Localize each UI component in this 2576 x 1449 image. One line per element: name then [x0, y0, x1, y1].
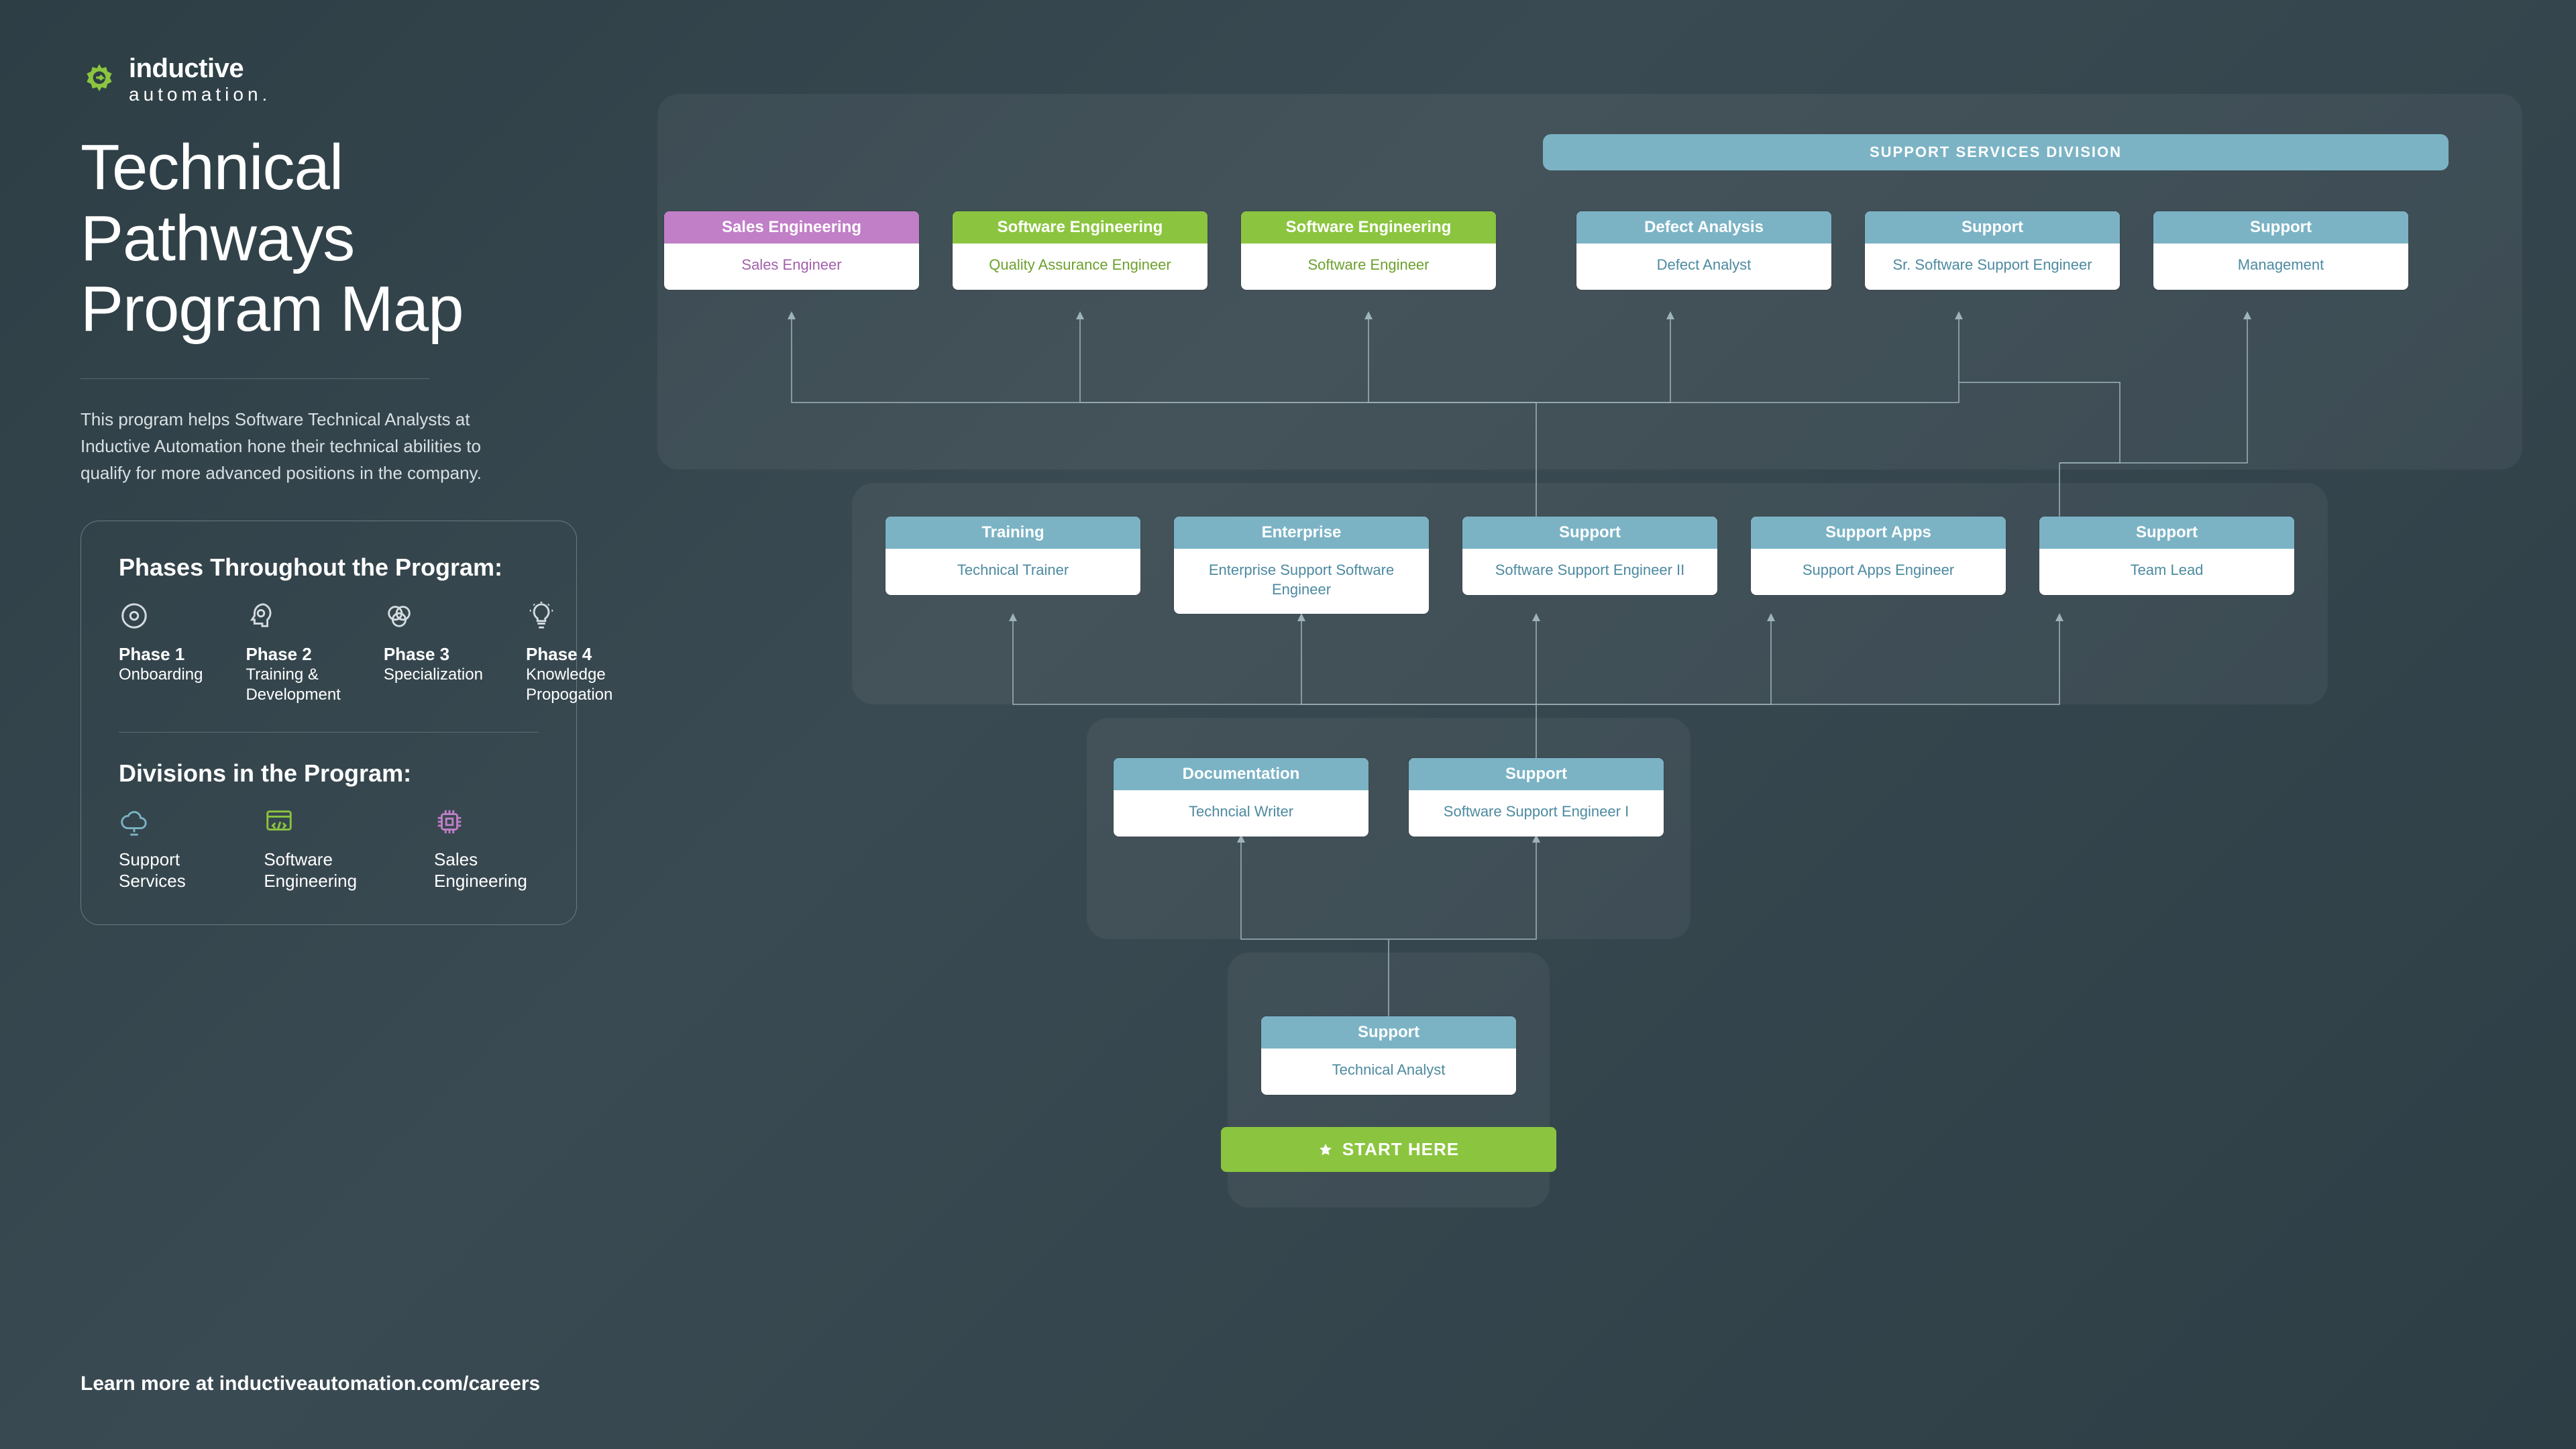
node-software-engineer: Software Engineering Software Engineer: [1241, 211, 1496, 290]
node-header: Support: [1865, 211, 2120, 244]
node-support-management: Support Management: [2153, 211, 2408, 290]
node-header: Support: [2153, 211, 2408, 244]
venn-icon: [384, 600, 415, 631]
node-defect-analyst: Defect Analysis Defect Analyst: [1576, 211, 1831, 290]
node-role: Enterprise Support Software Engineer: [1174, 549, 1429, 614]
node-header: Training: [885, 517, 1140, 549]
start-here-label: START HERE: [1342, 1139, 1459, 1160]
node-team-lead: Support Team Lead: [2039, 517, 2294, 595]
phase-name: Phase 3: [384, 644, 483, 665]
node-role: Techncial Writer: [1114, 790, 1368, 837]
phase-sub: Specialization: [384, 665, 483, 685]
node-role: Sales Engineer: [664, 244, 919, 290]
gear-icon: [80, 61, 118, 99]
divider: [119, 732, 539, 733]
node-header: Support: [1261, 1016, 1516, 1049]
divider: [80, 378, 429, 379]
star-icon: [1318, 1142, 1333, 1157]
start-here-button[interactable]: START HERE: [1221, 1127, 1556, 1172]
node-enterprise-support: Enterprise Enterprise Support Software E…: [1174, 517, 1429, 614]
org-diagram: SUPPORT SERVICES DIVISION: [657, 47, 2522, 1362]
node-role: Software Support Engineer I: [1409, 790, 1664, 837]
divisions-header: Divisions in the Program:: [119, 759, 539, 788]
lightbulb-icon: [526, 600, 557, 631]
division-support: Support Services: [119, 806, 217, 892]
node-role: Support Apps Engineer: [1751, 549, 2006, 595]
phase-name: Phase 2: [246, 644, 340, 665]
phase-4: Phase 4 Knowledge Propogation: [526, 600, 612, 705]
node-role: Team Lead: [2039, 549, 2294, 595]
phase-sub: Training & Development: [246, 665, 340, 705]
browser-code-icon: [264, 806, 294, 837]
node-role: Defect Analyst: [1576, 244, 1831, 290]
division-sales: Sales Engineering: [434, 806, 539, 892]
gear-cycle-icon: [119, 600, 150, 631]
node-header: Sales Engineering: [664, 211, 919, 244]
node-role: Software Engineer: [1241, 244, 1496, 290]
node-role: Management: [2153, 244, 2408, 290]
node-header: Defect Analysis: [1576, 211, 1831, 244]
phase-name: Phase 1: [119, 644, 203, 665]
node-role: Technical Trainer: [885, 549, 1140, 595]
node-header: Documentation: [1114, 758, 1368, 790]
phase-3: Phase 3 Specialization: [384, 600, 483, 705]
phase-sub: Knowledge Propogation: [526, 665, 612, 705]
node-header: Support Apps: [1751, 517, 2006, 549]
head-gear-icon: [246, 600, 276, 631]
phases-header: Phases Throughout the Program:: [119, 553, 539, 582]
node-role: Sr. Software Support Engineer: [1865, 244, 2120, 290]
cloud-icon: [119, 806, 150, 837]
node-qa-engineer: Software Engineering Quality Assurance E…: [953, 211, 1208, 290]
phase-1: Phase 1 Onboarding: [119, 600, 203, 705]
node-technical-trainer: Training Technical Trainer: [885, 517, 1140, 595]
node-support-engineer-ii: Support Software Support Engineer II: [1462, 517, 1717, 595]
division-name: Support Services: [119, 849, 217, 892]
chip-icon: [434, 806, 465, 837]
node-technical-writer: Documentation Techncial Writer: [1114, 758, 1368, 837]
page-title: Technical Pathways Program Map: [80, 132, 577, 345]
node-sales-engineer: Sales Engineering Sales Engineer: [664, 211, 919, 290]
node-role: Technical Analyst: [1261, 1049, 1516, 1095]
node-support-engineer-i: Support Software Support Engineer I: [1409, 758, 1664, 837]
logo-text-1: inductive: [129, 54, 271, 84]
logo-text-2: automation.: [129, 84, 271, 105]
node-support-apps-engineer: Support Apps Support Apps Engineer: [1751, 517, 2006, 595]
legend-panel: Phases Throughout the Program: Phase 1 O…: [80, 521, 577, 925]
intro-text: This program helps Software Technical An…: [80, 406, 483, 487]
node-header: Enterprise: [1174, 517, 1429, 549]
node-header: Software Engineering: [1241, 211, 1496, 244]
division-name: Software Engineering: [264, 849, 387, 892]
node-role: Quality Assurance Engineer: [953, 244, 1208, 290]
node-header: Support: [1409, 758, 1664, 790]
node-role: Software Support Engineer II: [1462, 549, 1717, 595]
node-header: Software Engineering: [953, 211, 1208, 244]
node-header: Support: [1462, 517, 1717, 549]
cta-link[interactable]: Learn more at inductiveautomation.com/ca…: [80, 1373, 540, 1395]
node-technical-analyst: Support Technical Analyst: [1261, 1016, 1516, 1095]
node-sr-support-engineer: Support Sr. Software Support Engineer: [1865, 211, 2120, 290]
phase-2: Phase 2 Training & Development: [246, 600, 340, 705]
division-software: Software Engineering: [264, 806, 387, 892]
node-header: Support: [2039, 517, 2294, 549]
phase-name: Phase 4: [526, 644, 612, 665]
phase-sub: Onboarding: [119, 665, 203, 685]
division-name: Sales Engineering: [434, 849, 539, 892]
logo: inductive automation.: [80, 54, 577, 105]
